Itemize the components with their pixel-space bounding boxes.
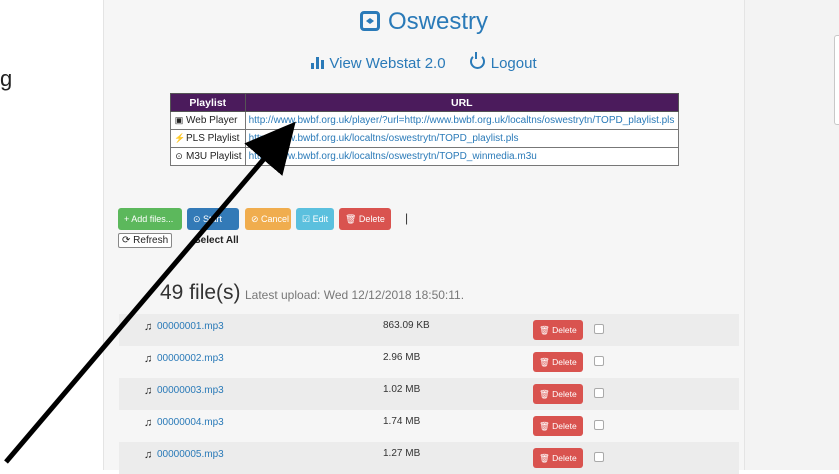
file-name-link[interactable]: 00000004.mp3 — [157, 417, 224, 428]
playlist-url-link[interactable]: http://www.bwbf.org.uk/localtns/oswestry… — [244, 129, 680, 148]
toolbar-separator: | — [405, 211, 409, 225]
file-delete-button[interactable]: 🗑 Delete — [533, 384, 583, 404]
logout-link[interactable]: Logout — [469, 52, 537, 72]
file-delete-button[interactable]: 🗑 Delete — [533, 416, 583, 436]
play-square-icon: ▣ — [174, 115, 184, 125]
file-select-checkbox[interactable] — [594, 324, 604, 334]
start-button[interactable]: ⊙ Start — [187, 208, 239, 230]
cancel-button[interactable]: ⊘ Cancel — [245, 208, 291, 230]
play-circle-icon: ⊙ — [175, 151, 183, 161]
file-size: 1.27 MB — [383, 448, 421, 459]
add-files-button[interactable]: + Add files... — [118, 208, 182, 230]
playlist-type-label: M3U Playlist — [186, 151, 242, 162]
edit-button[interactable]: ☑ Edit — [296, 208, 334, 230]
music-note-icon: ♫ — [144, 321, 153, 333]
file-delete-button[interactable]: 🗑 Delete — [533, 320, 583, 340]
logout-link-text: Logout — [490, 55, 537, 72]
page-title-text: Oswestry — [387, 8, 488, 35]
file-select-checkbox[interactable] — [594, 452, 604, 462]
top-nav: View Webstat 2.0 Logout — [104, 52, 744, 72]
playlist-url-link[interactable]: http://www.bwbf.org.uk/localtns/oswestry… — [244, 147, 680, 166]
latest-upload: Latest upload: Wed 12/12/2018 18:50:11. — [244, 288, 465, 302]
bar-chart-icon — [311, 57, 325, 69]
file-delete-button[interactable]: 🗑 Delete — [533, 448, 583, 468]
delete-button[interactable]: 🗑 Delete — [339, 208, 391, 230]
music-note-icon: ♫ — [144, 385, 153, 397]
music-note-icon: ♫ — [144, 353, 153, 365]
bolt-icon: ⚡ — [174, 133, 186, 143]
file-size: 2.96 MB — [383, 352, 421, 363]
playlist-table-header: Playlist URL — [170, 93, 680, 112]
webstat-link-text: View Webstat 2.0 — [329, 55, 446, 72]
playlist-table: Playlist URL ▣ Web Player http://www.bwbf… — [170, 93, 680, 166]
music-note-icon: ♫ — [144, 417, 153, 429]
playlist-type-label: Web Player — [186, 115, 238, 126]
playlist-row-web-player: ▣ Web Player http://www.bwbf.org.uk/playe… — [170, 111, 680, 130]
file-select-checkbox[interactable] — [594, 356, 604, 366]
power-icon — [469, 52, 485, 69]
refresh-button[interactable]: ⟳ Refresh — [118, 233, 173, 248]
file-size: 863.09 KB — [383, 320, 430, 331]
column-header-url: URL — [244, 93, 680, 112]
playlist-row-pls: ⚡PLS Playlist http://www.bwbf.org.uk/loc… — [170, 129, 680, 148]
file-select-checkbox[interactable] — [594, 388, 604, 398]
left-text-fragment: g — [0, 66, 13, 91]
file-row: ♫ 00000001.mp3 863.09 KB 🗑 Delete — [119, 314, 739, 346]
column-header-playlist: Playlist — [170, 93, 246, 112]
radio-icon — [359, 11, 380, 31]
file-summary: 49 file(s) Latest upload: Wed 12/12/2018… — [160, 281, 464, 305]
playlist-type-cell: ▣ Web Player — [170, 111, 246, 130]
playlist-row-m3u: ⊙ M3U Playlist http://www.bwbf.org.uk/loc… — [170, 147, 680, 166]
file-list: ♫ 00000001.mp3 863.09 KB 🗑 Delete ♫ 0000… — [119, 314, 739, 474]
file-count: 49 file(s) — [160, 281, 241, 304]
file-row: ♫ 00000003.mp3 1.02 MB 🗑 Delete — [119, 378, 739, 410]
playlist-type-label: PLS Playlist — [186, 133, 240, 144]
file-row: ♫ 00000005.mp3 1.27 MB 🗑 Delete — [119, 442, 739, 474]
file-row: ♫ 00000002.mp3 2.96 MB 🗑 Delete — [119, 346, 739, 378]
file-delete-button[interactable]: 🗑 Delete — [533, 352, 583, 372]
right-edge-box — [834, 35, 839, 125]
playlist-type-cell: ⊙ M3U Playlist — [170, 147, 246, 166]
file-row: ♫ 00000004.mp3 1.74 MB 🗑 Delete — [119, 410, 739, 442]
playlist-type-cell: ⚡PLS Playlist — [170, 129, 246, 148]
file-name-link[interactable]: 00000003.mp3 — [157, 385, 224, 396]
right-panel — [745, 0, 839, 470]
page-title[interactable]: Oswestry — [104, 8, 744, 36]
file-size: 1.02 MB — [383, 384, 421, 395]
main-panel: Oswestry View Webstat 2.0 Logout Playlis… — [103, 0, 745, 474]
file-name-link[interactable]: 00000001.mp3 — [157, 321, 224, 332]
select-all-label[interactable]: Select All — [194, 235, 239, 246]
music-note-icon: ♫ — [144, 449, 153, 461]
file-size: 1.74 MB — [383, 416, 421, 427]
file-name-link[interactable]: 00000005.mp3 — [157, 449, 224, 460]
playlist-url-link[interactable]: http://www.bwbf.org.uk/player/?url=http:… — [244, 111, 680, 130]
file-select-checkbox[interactable] — [594, 420, 604, 430]
left-background: g — [0, 0, 103, 470]
webstat-link[interactable]: View Webstat 2.0 — [311, 55, 446, 72]
file-name-link[interactable]: 00000002.mp3 — [157, 353, 224, 364]
